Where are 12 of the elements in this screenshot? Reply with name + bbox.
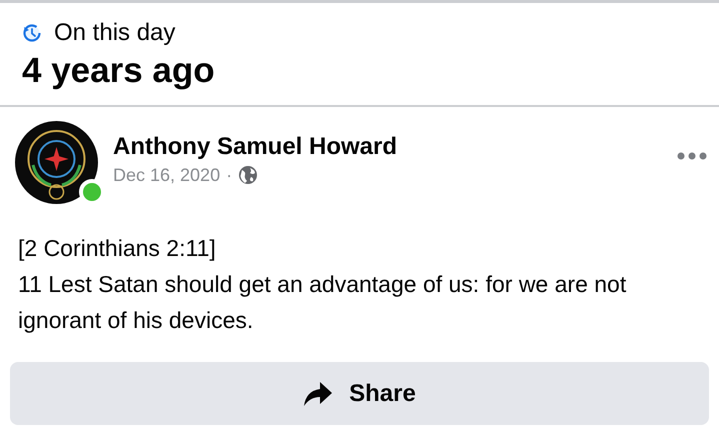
section-label: On this day [54, 18, 176, 48]
share-arrow-icon [303, 380, 334, 406]
globe-icon [238, 165, 258, 185]
memory-title: 4 years ago [22, 50, 216, 92]
share-button[interactable]: Share [10, 362, 709, 425]
clock-history-icon [22, 23, 42, 43]
more-options-icon[interactable] [677, 152, 707, 160]
separator-dot: · [226, 164, 232, 187]
author-name[interactable]: Anthony Samuel Howard [113, 131, 677, 163]
avatar-icon [15, 121, 98, 204]
post-text: 11 Lest Satan should get an advantage of us: for we are not ignorant of his devices. [18, 270, 628, 335]
post-text: [2 Corinthians 2:11] [18, 234, 217, 263]
